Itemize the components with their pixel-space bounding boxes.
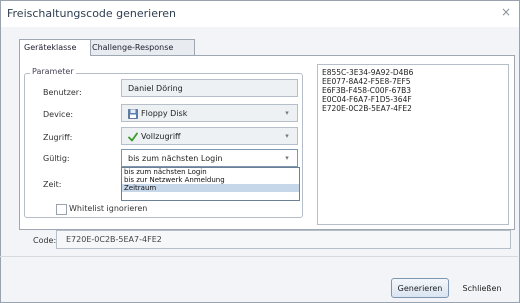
whitelist-label[interactable]: Whitelist ignorieren	[69, 204, 147, 213]
code-field[interactable]: E720E-0C2B-5EA7-4FE2	[56, 230, 511, 249]
benutzer-label: Benutzer:	[43, 88, 82, 97]
dropdown-option-zeitraum[interactable]: Zeitraum	[122, 184, 299, 192]
floppy-icon	[128, 108, 138, 119]
codes-list-item: E855C-3E34-9A92-D4B6	[322, 68, 414, 77]
gueltig-select[interactable]: bis zum nächsten Login ▾	[121, 149, 298, 167]
gueltig-dropdown-list: bis zum nächsten Login bis zur Netzwerk …	[121, 167, 300, 201]
zugriff-label: Zugriff:	[43, 133, 73, 142]
check-icon	[128, 132, 138, 141]
whitelist-checkbox[interactable]	[56, 204, 67, 215]
codes-list-item: EE077-8A42-F5E8-7EF5	[322, 77, 411, 86]
code-label: Code:	[33, 236, 57, 245]
device-label: Device:	[43, 110, 74, 119]
generate-button[interactable]: Generieren	[391, 278, 449, 298]
codes-list[interactable]: E855C-3E34-9A92-D4B6 EE077-8A42-F5E8-7EF…	[317, 64, 509, 225]
zugriff-select[interactable]: Vollzugriff ▾	[121, 127, 298, 145]
gueltig-label: Gültig:	[43, 154, 70, 163]
device-select[interactable]: Floppy Disk ▾	[121, 104, 298, 122]
close-icon[interactable]: ×	[499, 5, 513, 19]
tab-challenge-response[interactable]: Challenge-Response	[87, 39, 195, 55]
dropdown-option-network-login[interactable]: bis zur Netzwerk Anmeldung	[122, 176, 299, 184]
gueltig-value: bis zum nächsten Login	[128, 154, 223, 163]
benutzer-field: Daniel Döring	[121, 79, 298, 97]
chevron-down-icon[interactable]: ▾	[279, 105, 295, 121]
codes-list-item: E720E-0C2B-5EA7-4FE2	[322, 104, 412, 113]
chevron-down-icon[interactable]: ▾	[279, 150, 295, 166]
codes-list-item: E6F3B-F458-C00F-67B3	[322, 86, 412, 95]
parameter-legend: Parameter	[30, 67, 76, 76]
device-value: Floppy Disk	[141, 109, 188, 118]
codes-list-item: E0C04-F6A7-F1D5-364F	[322, 95, 412, 104]
tab-geraeteklasse[interactable]: Geräteklasse	[19, 39, 91, 56]
benutzer-value: Daniel Döring	[128, 84, 183, 93]
code-value: E720E-0C2B-5EA7-4FE2	[66, 235, 162, 244]
dropdown-option-next-login[interactable]: bis zum nächsten Login	[122, 168, 299, 176]
zugriff-value: Vollzugriff	[141, 132, 181, 141]
zeit-label: Zeit:	[43, 180, 62, 189]
divider	[0, 256, 518, 257]
chevron-down-icon[interactable]: ▾	[279, 128, 295, 144]
title-bar: Freischaltungscode generieren ×	[1, 1, 519, 27]
close-button[interactable]: Schließen	[454, 278, 510, 298]
window-title: Freischaltungscode generieren	[7, 7, 177, 20]
